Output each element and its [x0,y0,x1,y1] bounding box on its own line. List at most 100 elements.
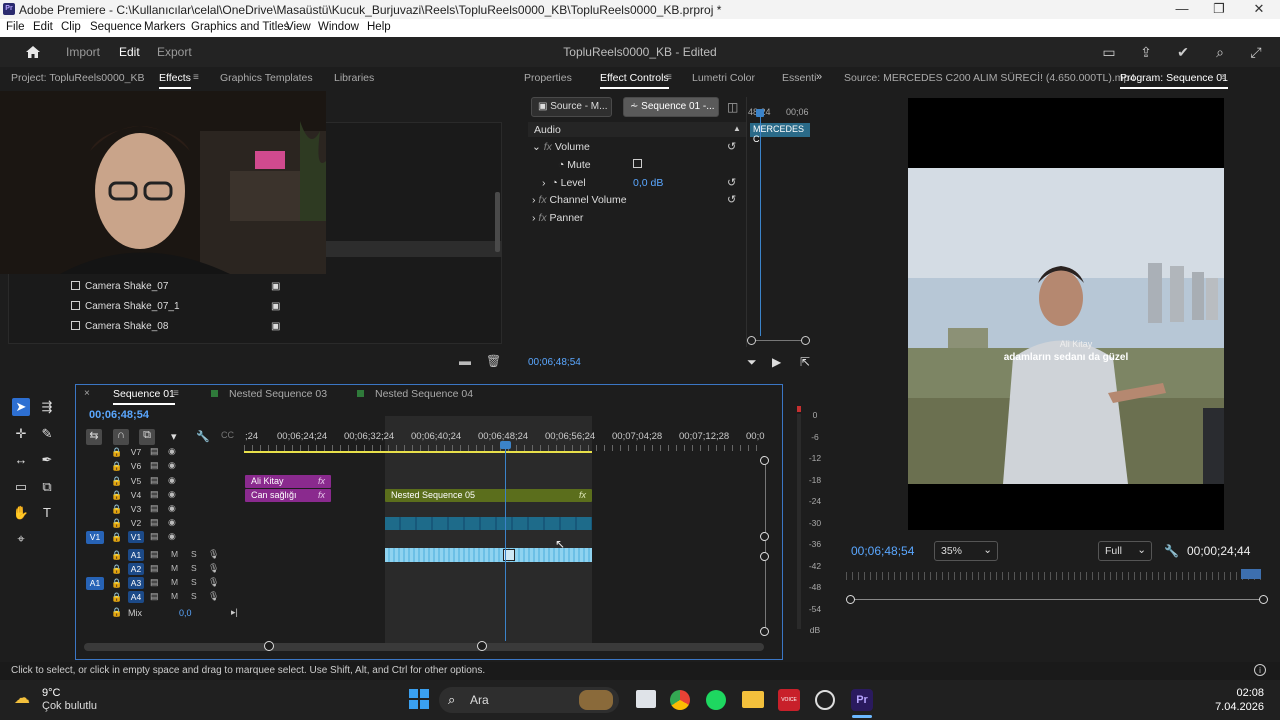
mini-clip[interactable]: MERCEDES C [750,123,810,144]
chevron-down-icon[interactable]: ⌄ [532,141,541,153]
program-ruler[interactable] [846,572,1264,580]
zoom-select[interactable]: 35% ⌄ [934,541,998,561]
pen-tool-icon[interactable]: ✒ [38,451,56,469]
sync-lock-icon[interactable]: ▤ [150,460,159,471]
mute-toggle[interactable]: M [171,549,178,559]
program-playhead[interactable] [1241,569,1261,579]
fullscreen-icon[interactable]: ⤢ [1247,43,1265,61]
toggle-timeline-icon[interactable]: ◫ [727,100,738,114]
scroll-handle[interactable] [477,641,487,651]
solo-toggle[interactable]: S [191,577,197,587]
mix-value[interactable]: 0,0 [179,608,192,618]
add-marker-icon[interactable]: ▾ [171,430,177,443]
tab-effect-controls[interactable]: Effect Controls [600,72,669,89]
scroll-handle[interactable] [801,336,810,345]
menu-window[interactable]: Window [318,21,359,33]
scroll-handle[interactable] [760,552,769,561]
channel-volume-row[interactable]: › fx Channel Volume [532,194,627,206]
check-circle-icon[interactable]: ✔ [1174,43,1192,61]
tab-effects[interactable]: Effects [159,72,191,89]
lock-icon[interactable]: 🔒 [111,504,122,515]
nested-sequence-clip[interactable]: Nested Sequence 05 fx [385,489,592,502]
mini-playhead[interactable] [760,111,761,336]
file-explorer-icon[interactable] [742,691,764,708]
scroll-handle[interactable] [264,641,274,651]
track-label[interactable]: V7 [128,446,144,458]
lock-icon[interactable]: 🔒 [111,532,122,543]
voicemeeter-icon[interactable]: VOICE [778,689,800,711]
tab-essential[interactable]: Essenti [782,72,816,84]
menu-edit[interactable]: Edit [33,21,53,33]
sync-lock-icon[interactable]: ▤ [150,446,159,457]
solo-toggle[interactable]: S [191,563,197,573]
eye-icon[interactable]: ◉ [168,475,176,486]
mute-toggle[interactable]: M [171,591,178,601]
track-label[interactable]: V6 [128,460,144,472]
export-icon[interactable]: ⇱ [800,355,810,369]
panel-menu-icon[interactable]: ≡ [193,72,199,83]
clock-date[interactable]: 7.04.2026 [1200,701,1264,713]
windows-start-icon[interactable] [409,689,429,709]
snap-icon[interactable]: ∩ [113,429,129,445]
horizontal-scrollbar[interactable] [84,643,764,651]
vertical-scrollbar[interactable] [765,460,766,632]
close-icon[interactable]: ✕ [1250,1,1268,17]
menu-sequence[interactable]: Sequence [90,21,142,33]
microphone-icon[interactable]: 🎙 [208,591,219,602]
track-label[interactable]: A2 [128,563,144,575]
premiere-taskbar-icon[interactable]: Pr [851,689,873,711]
program-zoom-bar[interactable] [850,599,1264,600]
tab-program[interactable]: Program: Sequence 01 [1120,72,1228,89]
linked-selection-icon[interactable]: ⧉ [139,429,155,445]
menu-graphics[interactable]: Graphics and Titles [191,21,289,33]
sync-lock-icon[interactable]: ▤ [150,563,159,574]
lock-icon[interactable]: 🔒 [111,461,122,472]
tab-nested-04[interactable]: Nested Sequence 04 [375,388,473,400]
panner-row[interactable]: › fx Panner [532,212,583,224]
menu-clip[interactable]: Clip [61,21,81,33]
ripple-edit-tool-icon[interactable]: ✛ [12,425,30,443]
panel-menu-icon[interactable]: ≡ [1220,72,1226,83]
mini-scrollbar[interactable] [748,340,806,341]
wrench-icon[interactable]: 🔧 [1164,544,1179,558]
tab-project[interactable]: Project: TopluReels0000_KB [11,72,144,84]
menu-view[interactable]: View [286,21,311,33]
lock-icon[interactable]: 🔒 [111,564,122,575]
mix-end-icon[interactable]: ▸| [231,607,238,618]
sync-lock-icon[interactable]: ▤ [150,517,159,528]
track-select-tool-icon[interactable]: ⇶ [38,398,56,416]
track-label[interactable]: A4 [128,591,144,603]
track-label[interactable]: V5 [128,475,144,487]
source-button[interactable]: ▣ Source - M... [531,97,612,117]
list-item[interactable]: Camera Shake_07 [71,281,168,292]
sync-lock-icon[interactable]: ▤ [150,531,159,542]
microphone-icon[interactable]: 🎙 [208,577,219,588]
list-item[interactable]: Camera Shake_07_1 [71,301,180,312]
playhead-handle[interactable] [500,441,511,449]
hand-tool-icon[interactable]: ✋ [12,504,30,522]
solo-toggle[interactable]: S [191,591,197,601]
volume-row[interactable]: ⌄ fx Volume [532,141,590,153]
share-icon[interactable]: ⇪ [1137,43,1155,61]
lock-icon[interactable]: 🔒 [111,550,122,561]
tab-libraries[interactable]: Libraries [334,72,374,84]
app-icon[interactable] [815,690,835,710]
solo-toggle[interactable]: S [191,549,197,559]
lock-icon[interactable]: 🔒 [111,490,122,501]
weather-desc[interactable]: Çok bulutlu [42,700,97,712]
filter-icon[interactable]: ⏷ [747,355,757,370]
scroll-handle[interactable] [760,627,769,636]
level-value[interactable]: 0,0 dB [633,177,663,189]
lock-icon[interactable]: 🔒 [111,578,122,589]
panel-menu-icon[interactable]: ≡ [666,72,672,83]
captions-icon[interactable]: CC [221,430,234,440]
more-panels-icon[interactable]: » [816,71,822,83]
scroll-handle[interactable] [760,456,769,465]
tab-sequence-01[interactable]: Sequence 01 [113,388,175,405]
mini-playhead-handle[interactable] [756,109,764,117]
sync-lock-icon[interactable]: ▤ [150,489,159,500]
sync-lock-icon[interactable]: ▤ [150,549,159,560]
video-clip-v2[interactable] [385,517,592,530]
generative-tool-icon[interactable]: ⌖ [12,530,30,548]
search-icon[interactable]: ⌕ [1211,43,1229,61]
